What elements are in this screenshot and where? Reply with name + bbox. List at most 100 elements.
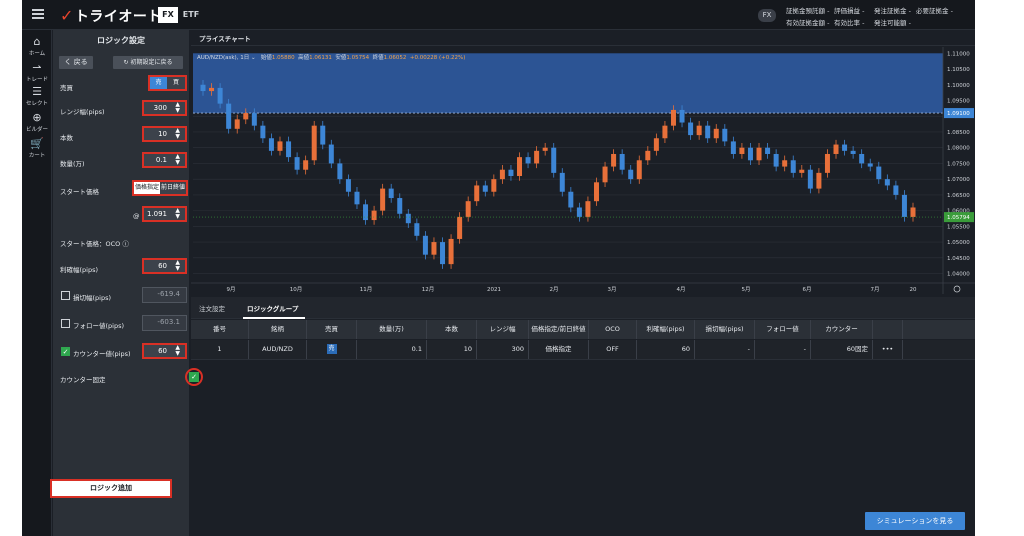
reset-label: 初期設定に戻る	[130, 59, 173, 66]
nav-builder[interactable]: ⊕ ビルダー	[22, 112, 52, 134]
sell-option[interactable]: 売	[150, 77, 167, 89]
count-input[interactable]: 10 ▲ ▼	[142, 126, 187, 142]
candle-body	[747, 147, 753, 161]
account-available[interactable]: 発注可能額 -	[874, 17, 911, 27]
candle-body	[534, 150, 540, 164]
y-tick-label: 1.04500	[947, 256, 970, 262]
buy-option[interactable]: 買	[167, 77, 185, 89]
high-label: 高値	[298, 55, 310, 61]
y-tick-label: 1.08500	[947, 130, 970, 136]
tab-logic-group[interactable]: ロジックグループ	[247, 303, 298, 313]
nav-home[interactable]: ⌂ ホーム	[22, 36, 52, 58]
candle-body	[268, 138, 274, 151]
y-tick-label: 1.07000	[947, 177, 970, 183]
add-logic-button[interactable]: ロジック追加	[50, 479, 172, 498]
follow-checkbox[interactable]	[61, 319, 70, 328]
price-specify-option[interactable]: 価格指定	[134, 182, 160, 194]
stepper-icon[interactable]: ▲ ▼	[175, 345, 180, 357]
nav-select[interactable]: ☰ セレクト	[22, 86, 52, 108]
account-required-margin[interactable]: 必要証拠金 -	[916, 5, 953, 15]
y-tick-label: 1.05500	[947, 224, 970, 230]
follow-input[interactable]: -603.1	[142, 315, 187, 331]
candle-body	[850, 150, 856, 154]
candle-body	[585, 201, 591, 217]
candle-body	[696, 125, 702, 136]
account-pl[interactable]: 評価損益 -	[834, 5, 864, 15]
sl-input[interactable]: -619.4	[142, 287, 187, 303]
column-header: 銘柄	[249, 320, 307, 339]
stepper-icon[interactable]: ▲ ▼	[175, 154, 180, 166]
stepper-icon[interactable]: ▲ ▼	[175, 102, 180, 114]
tab-etf[interactable]: ETF	[180, 7, 202, 23]
column-header: レンジ幅	[477, 320, 529, 339]
reset-defaults-button[interactable]: ↻ 初期設定に戻る	[113, 56, 183, 69]
menu-icon[interactable]	[32, 9, 44, 19]
nav-trade-label: トレード	[25, 77, 48, 83]
candle-body	[405, 213, 411, 224]
tab-fx[interactable]: FX	[158, 7, 178, 23]
column-header: 価格指定/前日終値	[529, 320, 589, 339]
x-tick-label: 3月	[608, 286, 617, 293]
stepper-icon[interactable]: ▲ ▼	[175, 260, 180, 272]
range-input[interactable]: 300 ▲ ▼	[142, 100, 187, 116]
counter-input[interactable]: 60 ▲ ▼	[142, 343, 187, 359]
candle-body	[739, 147, 745, 154]
y-tick-label: 1.10000	[947, 83, 970, 89]
open-label: 始値	[260, 55, 272, 61]
column-header: カウンター	[811, 320, 873, 339]
candle-body	[816, 172, 822, 189]
column-header: 数量(万)	[357, 320, 427, 339]
info-icon[interactable]: ⓘ	[122, 240, 129, 248]
candle-body	[243, 113, 249, 120]
candle-body	[901, 194, 907, 217]
low-label: 安値	[335, 55, 347, 61]
sl-checkbox[interactable]	[61, 291, 70, 300]
counter-checkbox[interactable]: ✓	[61, 347, 70, 356]
band-price-label: 1.09100	[947, 111, 970, 117]
follow-label: フォロー値(pips)	[73, 322, 125, 330]
x-tick-label: 9月	[227, 286, 236, 293]
logic-settings-panel: ロジック設定 く 戻る ↻ 初期設定に戻る 売買 売 買 レンジ幅(pips) …	[53, 30, 203, 536]
nav-trade[interactable]: ⇀ トレード	[22, 62, 52, 84]
y-tick-label: 1.05000	[947, 240, 970, 246]
close-label: 終値	[372, 55, 384, 61]
account-deposit[interactable]: 証拠金預託額 -	[786, 5, 829, 15]
candle-body	[388, 188, 394, 199]
account-effective-ratio[interactable]: 有効比率 -	[834, 17, 864, 27]
stepper-icon[interactable]: ▲ ▼	[175, 208, 180, 220]
table-cell[interactable]: •••	[873, 340, 903, 359]
start-price-input[interactable]: 1.091 ▲ ▼	[142, 206, 187, 222]
candle-body	[867, 163, 873, 167]
prev-close-option[interactable]: 前日終値	[160, 182, 186, 194]
table-row[interactable]: 1 AUD/NZD 売 0.1 10 300 価格指定 OFF 60- -60固定 •••	[191, 340, 975, 360]
sl-value: -619.4	[157, 290, 180, 298]
nav-cart[interactable]: 🛒 カート	[22, 138, 52, 160]
simulate-button[interactable]: シミュレーションを見る	[865, 512, 965, 530]
chevron-down-icon[interactable]: ⌄	[251, 55, 256, 61]
price-chart-tab[interactable]: プライスチャート	[199, 33, 251, 43]
candle-body	[611, 153, 617, 167]
chart-svg[interactable]: 1.110001.105001.100001.095001.090001.085…	[191, 47, 975, 294]
counter-fixed-checkbox[interactable]: ✓	[189, 372, 199, 382]
candle-body	[320, 125, 326, 145]
table-cell: OFF	[589, 340, 637, 359]
candle-body	[363, 204, 369, 221]
stepper-icon[interactable]: ▲ ▼	[175, 128, 180, 140]
account-effective-margin[interactable]: 有効証拠金額 -	[786, 17, 829, 27]
table-cell: -	[755, 340, 811, 359]
candle-body	[765, 147, 771, 154]
qty-input[interactable]: 0.1 ▲ ▼	[142, 152, 187, 168]
counter-value: 60	[158, 347, 167, 355]
table-cell: 60	[637, 340, 695, 359]
fx-badge[interactable]: FX	[758, 9, 776, 22]
tab-order-settings[interactable]: 注文設定	[199, 303, 225, 313]
candle-body	[645, 150, 651, 161]
x-tick-label: 5月	[742, 286, 751, 293]
tp-input[interactable]: 60 ▲ ▼	[142, 258, 187, 274]
start-price-toggle: 価格指定 前日終値	[132, 180, 188, 196]
price-chart[interactable]: 1.110001.105001.100001.095001.090001.085…	[191, 47, 975, 294]
low-value: 1.05754	[346, 55, 370, 61]
candle-body	[730, 141, 736, 154]
back-button[interactable]: く 戻る	[59, 56, 93, 69]
account-order-margin[interactable]: 発注証拠金 -	[874, 5, 911, 15]
